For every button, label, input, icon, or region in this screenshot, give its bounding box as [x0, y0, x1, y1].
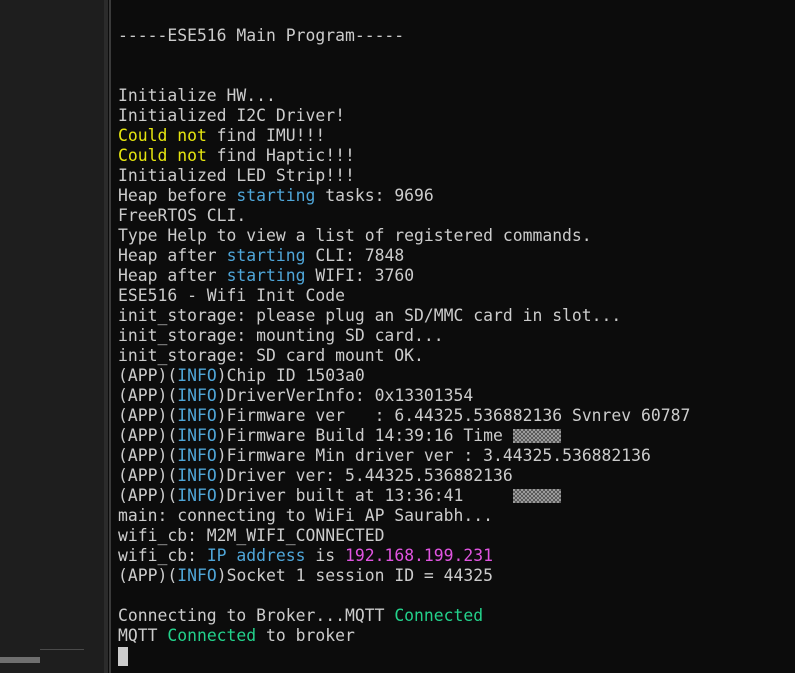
log-text: (APP)(	[118, 446, 178, 465]
log-text: )DriverVerInfo: 0x13301354	[216, 386, 474, 405]
terminal-border	[109, 0, 111, 673]
horizontal-scrollbar-thumb[interactable]	[0, 657, 40, 663]
log-text-cyan: INFO	[177, 446, 217, 465]
log-text: to broker	[256, 626, 355, 645]
log-text-yellow: Could not	[118, 146, 207, 165]
log-line: init_storage: please plug an SD/MMC card…	[118, 306, 621, 326]
log-line: (APP)(INFO)Firmware Min driver ver : 3.4…	[118, 446, 651, 466]
panel-separator-line	[40, 649, 84, 650]
log-text: )Firmware Build 14:39:16 Time	[216, 426, 513, 445]
log-text: )Firmware Min driver ver : 3.44325.53688…	[216, 446, 651, 465]
log-line: Could not find IMU!!!	[118, 126, 325, 146]
log-text: (APP)(	[118, 426, 178, 445]
log-line: Initialized LED Strip!!!	[118, 166, 355, 186]
log-text: )Driver ver: 5.44325.536882136	[216, 466, 513, 485]
log-text: Initialize HW...	[118, 86, 276, 105]
log-line: Connecting to Broker...MQTT Connected	[118, 606, 483, 626]
log-line: Heap after starting CLI: 7848	[118, 246, 404, 266]
log-text: Heap after	[118, 246, 227, 265]
garbled-character-block	[512, 429, 561, 443]
log-text-cyan: INFO	[177, 486, 217, 505]
log-text: init_storage: mounting SD card...	[118, 326, 444, 345]
log-text-cyan: starting	[226, 246, 306, 265]
log-line: (APP)(INFO)Firmware ver : 6.44325.536882…	[118, 406, 690, 426]
log-text: Heap after	[118, 266, 227, 285]
log-text: wifi_cb: M2M_WIFI_CONNECTED	[118, 526, 385, 545]
log-text: Type Help to view a list of registered c…	[118, 226, 592, 245]
app-window: -----ESE516 Main Program----- Initialize…	[0, 0, 795, 673]
log-text-cyan: INFO	[177, 566, 217, 585]
log-text: init_storage: SD card mount OK.	[118, 346, 424, 365]
log-line: wifi_cb: IP address is 192.168.199.231	[118, 546, 493, 566]
log-text-cyan: INFO	[177, 386, 217, 405]
log-text-cyan: INFO	[177, 366, 217, 385]
log-text: )Socket 1 session ID = 44325	[216, 566, 494, 585]
log-text: tasks: 9696	[315, 186, 434, 205]
log-line: init_storage: SD card mount OK.	[118, 346, 424, 366]
log-text: ESE516 - Wifi Init Code	[118, 286, 345, 305]
log-line: FreeRTOS CLI.	[118, 206, 246, 226]
log-text-cyan: INFO	[177, 426, 217, 445]
log-line: Initialized I2C Driver!	[118, 106, 345, 126]
log-text: Initialized LED Strip!!!	[118, 166, 355, 185]
left-side-panel	[0, 0, 108, 673]
log-text-cyan: starting	[226, 266, 306, 285]
log-text: )Chip ID 1503a0	[216, 366, 365, 385]
log-text-magenta: 192.168.199.231	[344, 546, 494, 565]
log-text: (APP)(	[118, 386, 178, 405]
log-line: init_storage: mounting SD card...	[118, 326, 444, 346]
log-text: (APP)(	[118, 466, 178, 485]
log-text-cyan: INFO	[177, 406, 217, 425]
log-line: (APP)(INFO)Driver ver: 5.44325.536882136	[118, 466, 513, 486]
log-line: wifi_cb: M2M_WIFI_CONNECTED	[118, 526, 384, 546]
log-text: wifi_cb:	[118, 546, 207, 565]
log-line: Type Help to view a list of registered c…	[118, 226, 592, 246]
program-header: -----ESE516 Main Program-----	[118, 26, 405, 45]
log-text: Initialized I2C Driver!	[118, 106, 345, 125]
log-line: (APP)(INFO)Firmware Build 14:39:16 Time	[118, 426, 561, 446]
log-text: Connecting to Broker...MQTT	[118, 606, 395, 625]
log-text: (APP)(	[118, 406, 178, 425]
pane-splitter[interactable]	[104, 0, 108, 673]
log-line: (APP)(INFO)Socket 1 session ID = 44325	[118, 566, 493, 586]
log-text: FreeRTOS CLI.	[118, 206, 247, 225]
log-text: is	[305, 546, 345, 565]
log-line: (APP)(INFO)Chip ID 1503a0	[118, 366, 365, 386]
log-text-cyan: IP address	[206, 546, 306, 565]
log-text: Heap before	[118, 186, 237, 205]
log-line: ESE516 - Wifi Init Code	[118, 286, 345, 306]
terminal-cursor	[118, 647, 128, 666]
log-line: Heap before starting tasks: 9696	[118, 186, 434, 206]
log-text: MQTT	[118, 626, 168, 645]
terminal-output[interactable]: -----ESE516 Main Program----- Initialize…	[113, 0, 793, 673]
log-line: MQTT Connected to broker	[118, 626, 355, 646]
log-text-cyan: starting	[236, 186, 316, 205]
garbled-character-block	[512, 489, 561, 503]
log-text-cyan: INFO	[177, 466, 217, 485]
log-text: (APP)(	[118, 566, 178, 585]
log-text: )Firmware ver : 6.44325.536882136 Svnrev…	[216, 406, 691, 425]
log-text: find IMU!!!	[206, 126, 326, 145]
log-text: CLI: 7848	[305, 246, 405, 265]
log-line: main: connecting to WiFi AP Saurabh...	[118, 506, 493, 526]
log-line: (APP)(INFO)Driver built at 13:36:41	[118, 486, 561, 506]
log-line: Heap after starting WIFI: 3760	[118, 266, 414, 286]
log-text-green: Connected	[394, 606, 484, 625]
log-line: Initialize HW...	[118, 86, 276, 106]
log-text: init_storage: please plug an SD/MMC card…	[118, 306, 622, 325]
log-text: (APP)(	[118, 486, 178, 505]
log-line: (APP)(INFO)DriverVerInfo: 0x13301354	[118, 386, 473, 406]
log-text-green: Connected	[167, 626, 257, 645]
log-text: find Haptic!!!	[206, 146, 355, 165]
log-text: (APP)(	[118, 366, 178, 385]
log-text: main: connecting to WiFi AP Saurabh...	[118, 506, 493, 525]
log-text-yellow: Could not	[118, 126, 207, 145]
log-text: WIFI: 3760	[305, 266, 415, 285]
log-text: )Driver built at 13:36:41	[216, 486, 513, 505]
log-line: Could not find Haptic!!!	[118, 146, 355, 166]
